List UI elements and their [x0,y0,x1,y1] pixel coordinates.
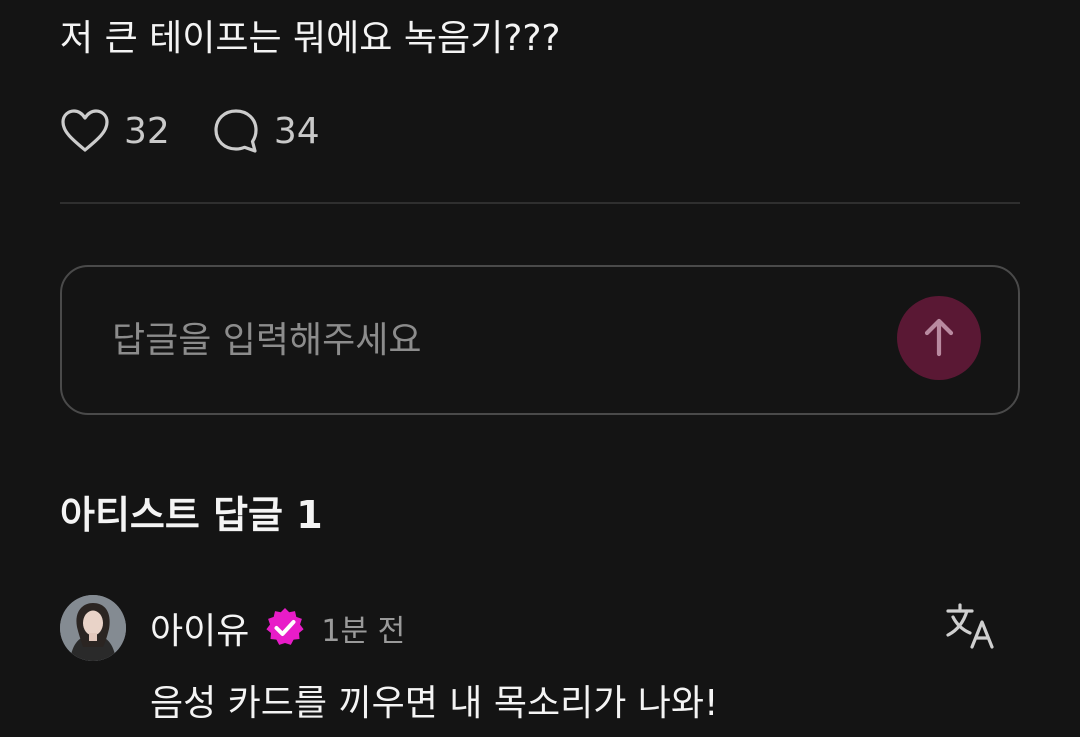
send-reply-button[interactable] [897,296,981,380]
comment-count: 34 [273,110,320,152]
artist-replies-title: 아티스트 답글 1 [60,493,323,537]
reply-timestamp: 1분 전 [321,614,406,649]
speech-bubble-icon [212,107,260,155]
comment-button[interactable]: 34 [212,107,320,155]
reply-input[interactable] [112,307,872,373]
reply-input-box [60,265,1020,415]
arrow-up-icon [921,317,957,360]
heart-outline-icon [60,108,110,154]
like-button[interactable]: 32 [60,108,170,154]
post-stats: 32 34 [60,104,320,158]
reply-text: 음성 카드를 끼우면 내 목소리가 나와! [150,683,719,724]
translate-icon [945,602,999,654]
like-count: 32 [124,110,170,152]
divider [60,202,1020,204]
translate-button[interactable] [944,602,1000,654]
verified-badge-icon [263,606,307,650]
author-name[interactable]: 아이유 [150,602,249,654]
avatar[interactable] [60,595,126,661]
reply-author-row: 아이유 1분 전 [150,600,405,656]
post-text: 저 큰 테이프는 뭐에요 녹음기??? [60,18,561,59]
